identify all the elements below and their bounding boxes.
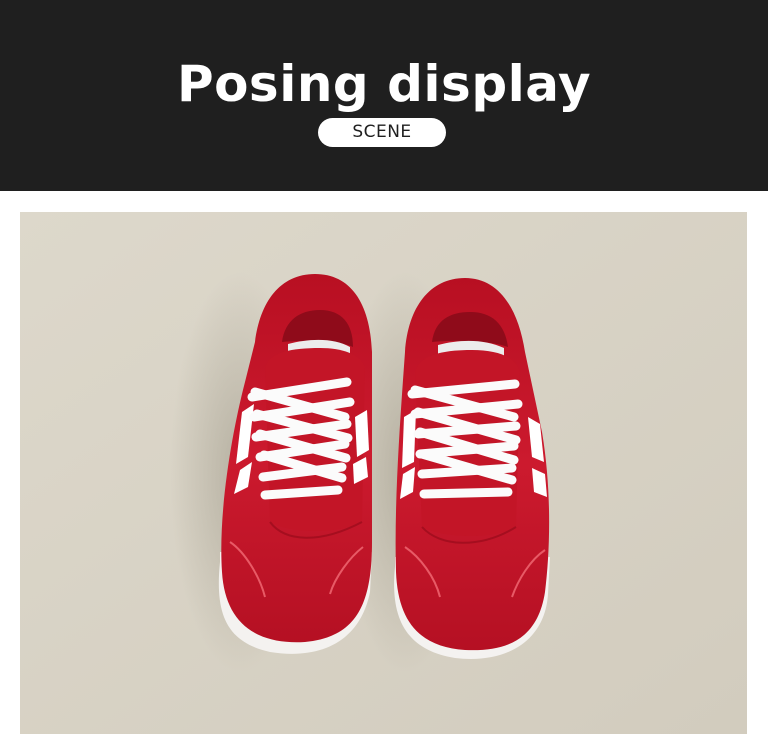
header-banner: Posing display SCENE <box>0 0 768 191</box>
product-photo <box>20 212 747 734</box>
scene-badge: SCENE <box>318 118 446 147</box>
page-title: Posing display <box>176 55 592 113</box>
right-shoe-stripe <box>402 410 416 468</box>
